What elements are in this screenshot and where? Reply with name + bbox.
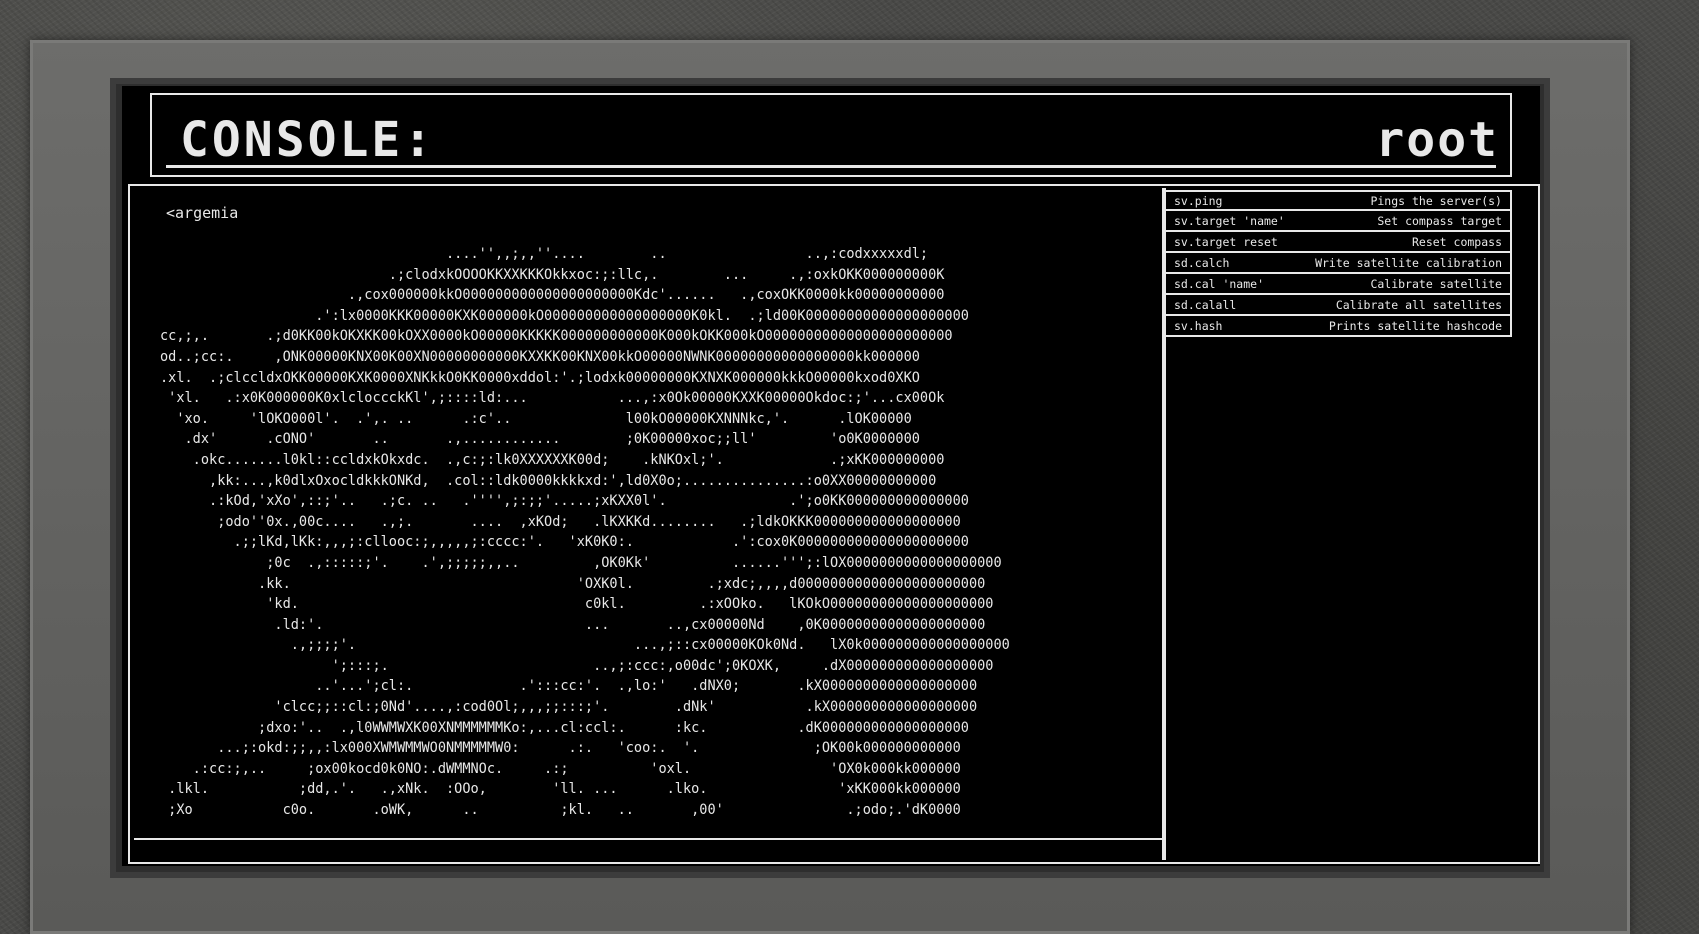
command-description: Prints satellite hashcode [1328, 318, 1502, 333]
command-description: Set compass target [1377, 213, 1502, 228]
console-user: root [1375, 112, 1499, 168]
command-name: sv.target reset [1174, 234, 1278, 249]
command-description: Calibrate all satellites [1335, 297, 1502, 312]
command-name: sv.ping [1174, 193, 1223, 208]
command-name: sd.calall [1174, 297, 1237, 312]
command-help-panel: sv.ping Pings the server(s) sv.target 'nam… [1160, 190, 1514, 337]
command-row: sv.hash Prints satellite hashcode [1164, 316, 1512, 337]
command-name: sv.target 'name' [1174, 213, 1285, 228]
command-description: Reset compass [1411, 234, 1502, 249]
command-row: sd.calall Calibrate all satellites [1164, 295, 1512, 316]
console-title: CONSOLE: [180, 112, 436, 168]
command-row: sv.target 'name' Set compass target [1164, 211, 1512, 232]
command-name: sd.cal 'name' [1174, 276, 1265, 291]
command-name: sv.hash [1174, 318, 1223, 333]
command-name: sd.calch [1174, 255, 1230, 270]
command-row: sd.cal 'name' Calibrate satellite [1164, 274, 1512, 295]
ascii-art-output: ....'',,;,,''.... .. ..,:codxxxxxdl; .;c… [160, 245, 1010, 819]
command-description: Write satellite calibration [1315, 255, 1502, 270]
prompt-line: <argemia [166, 204, 239, 222]
command-description: Calibrate satellite [1370, 276, 1502, 291]
command-row: sv.ping Pings the server(s) [1164, 190, 1512, 211]
command-input[interactable] [140, 842, 1160, 858]
command-description: Pings the server(s) [1370, 193, 1502, 208]
command-row: sv.target reset Reset compass [1164, 232, 1512, 253]
input-divider [134, 838, 1164, 840]
command-row: sd.calch Write satellite calibration [1164, 253, 1512, 274]
